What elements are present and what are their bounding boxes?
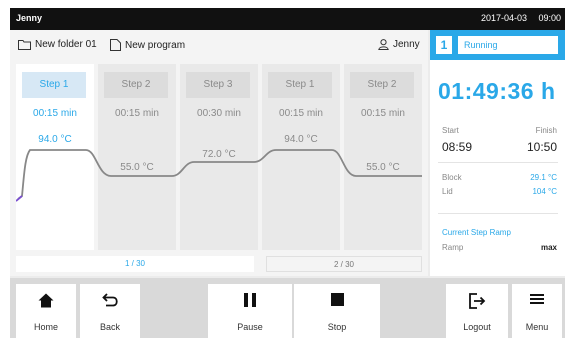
back-icon	[102, 293, 118, 307]
status-date: 2017-04-03	[480, 13, 527, 23]
ramp-value: max	[540, 243, 557, 252]
page-indicator[interactable]: 2 / 30	[266, 256, 422, 272]
status-user: Jenny	[16, 13, 43, 23]
program-toolbar: New folder 01 New program Jenny	[10, 30, 428, 62]
temperature-profile: Step 1 00:15 min 94.0 °C Step 2 00:15 mi…	[16, 64, 422, 250]
ramp-label: Ramp	[442, 243, 464, 252]
page-indicator[interactable]: 1 / 30	[16, 256, 254, 272]
lid-temperature: 104 °C	[532, 187, 557, 196]
ramp-title: Current Step Ramp	[442, 228, 511, 237]
block-temperature: 29.1 °C	[530, 173, 557, 182]
pause-button[interactable]: Pause	[208, 284, 292, 338]
menu-button[interactable]: Menu	[512, 284, 562, 338]
logout-icon	[469, 293, 486, 309]
start-label: Start	[442, 126, 459, 135]
status-time: 09:00	[538, 13, 561, 23]
back-label: Back	[99, 322, 120, 332]
home-label: Home	[33, 322, 58, 332]
divider	[438, 162, 558, 163]
pause-label: Pause	[237, 322, 263, 332]
remaining-time: 01:49:36 h	[438, 78, 556, 104]
back-button[interactable]: Back	[80, 284, 140, 338]
run-number: 1	[436, 36, 452, 54]
user-name: Jenny	[393, 39, 420, 50]
run-status-panel: 1 Running 01:49:36 h Start Finish 08:59 …	[430, 30, 565, 276]
user-indicator[interactable]: Jenny	[378, 39, 420, 50]
stop-icon	[330, 293, 344, 306]
home-button[interactable]: Home	[16, 284, 76, 338]
logout-label: Logout	[463, 322, 491, 332]
finish-time: 10:50	[526, 140, 557, 154]
lid-label: Lid	[442, 187, 453, 196]
temperature-curve-line	[17, 149, 422, 200]
file-icon	[110, 39, 121, 51]
program-name: New program	[125, 39, 186, 51]
folder-selector[interactable]: New folder 01	[18, 39, 97, 50]
divider	[438, 213, 558, 214]
run-status: Running	[458, 36, 558, 54]
screen: Jenny 2017-04-03 09:00 New folder 01 New…	[10, 8, 565, 338]
progress-curve	[16, 195, 23, 202]
stop-button[interactable]: Stop	[294, 284, 380, 338]
temperature-curve	[16, 149, 422, 202]
user-icon	[378, 39, 389, 50]
menu-label: Menu	[525, 322, 549, 332]
folder-name: New folder 01	[35, 39, 97, 50]
start-time: 08:59	[442, 140, 473, 154]
bottom-navigation: Home Back Pause Stop Logout Menu	[10, 278, 565, 338]
program-panel: New folder 01 New program Jenny Step 1 0…	[10, 30, 428, 276]
pause-icon	[244, 293, 256, 307]
block-label: Block	[442, 173, 462, 182]
stop-label: Stop	[327, 322, 347, 332]
program-selector[interactable]: New program	[110, 39, 185, 51]
menu-icon	[530, 294, 544, 304]
status-bar: Jenny 2017-04-03 09:00	[10, 8, 565, 30]
home-icon	[38, 293, 54, 308]
run-header: 1 Running	[430, 30, 565, 60]
logout-button[interactable]: Logout	[446, 284, 508, 338]
finish-label: Finish	[535, 126, 557, 135]
folder-icon	[18, 40, 31, 50]
